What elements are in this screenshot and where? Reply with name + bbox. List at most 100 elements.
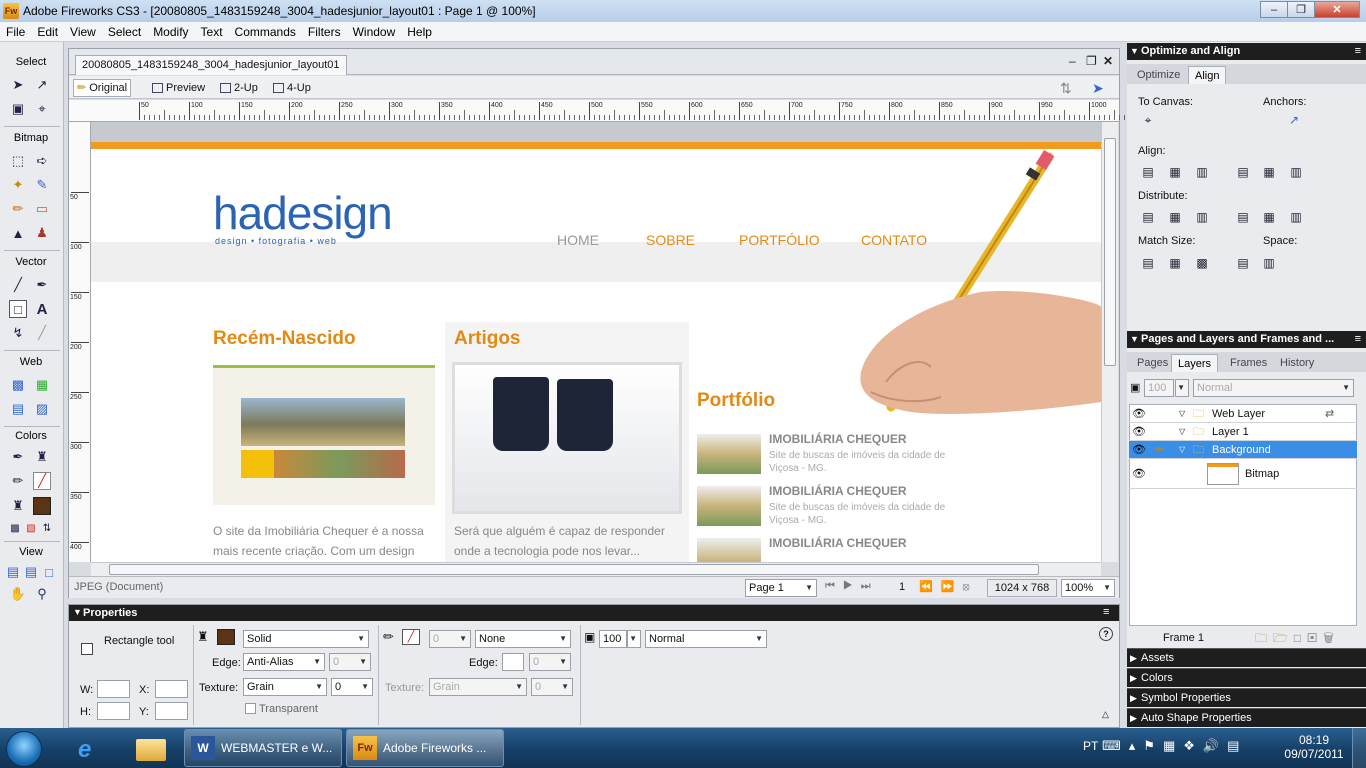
magic-wand-icon[interactable]: ✦ xyxy=(9,176,27,194)
edge-select[interactable]: Anti-Alias xyxy=(243,653,325,671)
to-canvas-icon[interactable]: ⌖ xyxy=(1140,113,1156,127)
full-screen-menu-icon[interactable]: ▤ xyxy=(22,563,40,581)
marquee-tool-icon[interactable]: ⬚ xyxy=(9,152,27,170)
eye-icon[interactable]: 👁 xyxy=(1132,423,1146,441)
frame-playback-controls[interactable]: ⏮▶⏭ xyxy=(825,580,879,593)
start-button[interactable] xyxy=(6,731,42,767)
maximize-button[interactable]: ❐ xyxy=(1287,1,1315,18)
transparent-checkbox[interactable] xyxy=(245,703,256,714)
menu-modify[interactable]: Modify xyxy=(147,25,194,39)
distribute-hcenter-icon[interactable]: ▦ xyxy=(1261,210,1277,224)
layer-row[interactable]: 👁 Bitmap xyxy=(1129,459,1357,489)
menu-text[interactable]: Text xyxy=(195,25,229,39)
scale-tool-icon[interactable]: ▣ xyxy=(9,100,27,118)
zoom-select[interactable]: 100% xyxy=(1061,579,1115,597)
doc-close-icon[interactable]: ✕ xyxy=(1103,54,1113,68)
collapse-arrow-icon[interactable]: ▼ xyxy=(73,607,82,617)
layer-opacity-button[interactable] xyxy=(1175,379,1189,397)
close-button[interactable]: ✕ xyxy=(1314,1,1360,18)
stroke-type-select[interactable]: None xyxy=(475,630,571,648)
anchors-icon[interactable]: ↗ xyxy=(1286,113,1302,127)
standard-screen-icon[interactable]: ▤ xyxy=(4,563,22,581)
properties-title[interactable]: Properties xyxy=(69,605,1119,621)
distribute-left-icon[interactable]: ▤ xyxy=(1235,210,1251,224)
show-slices-icon[interactable]: ▨ xyxy=(33,400,51,418)
tray-icons[interactable]: ⌨▴⚑▦❖🔊▤ xyxy=(1102,738,1247,754)
page-select[interactable]: Page 1 xyxy=(745,579,817,597)
align-left-icon[interactable]: ▤ xyxy=(1140,165,1156,179)
tab-align[interactable]: Align xyxy=(1188,66,1227,84)
swap-colors-icon[interactable]: ⇅ xyxy=(38,519,56,537)
zoom-tool-icon[interactable]: ⚲ xyxy=(33,585,51,603)
eye-icon[interactable]: 👁 xyxy=(1132,405,1146,423)
assets-panel-header[interactable]: ▶ Assets xyxy=(1127,648,1366,667)
y-field[interactable] xyxy=(155,702,188,720)
space-horizontal-icon[interactable]: ▥ xyxy=(1261,256,1277,270)
line-tool-icon[interactable]: ╱ xyxy=(9,276,27,294)
layer-blend-select[interactable]: Normal xyxy=(1193,379,1354,397)
doc-minimize-icon[interactable]: – xyxy=(1069,54,1076,68)
rectangle-tool-icon[interactable]: □ xyxy=(9,300,27,318)
colors-panel-header[interactable]: ▶ Colors xyxy=(1127,668,1366,687)
layer-opacity-field[interactable]: 100 xyxy=(1144,379,1174,397)
canvas-size-label[interactable]: 1024 x 768 xyxy=(987,579,1057,597)
layer-row-selected[interactable]: 👁 ✏ ▽ 🗀 Background xyxy=(1129,441,1357,459)
show-desktop-button[interactable] xyxy=(1352,728,1366,768)
stroke-size-field[interactable]: 0 xyxy=(429,630,471,648)
fill-color-swatch[interactable] xyxy=(217,629,235,645)
export-icon[interactable]: ➤ xyxy=(1089,79,1107,97)
menu-file[interactable]: File xyxy=(0,25,31,39)
upload-icon[interactable]: ⇅ xyxy=(1057,79,1075,97)
match-width-icon[interactable]: ▤ xyxy=(1140,256,1156,270)
tab-frames[interactable]: Frames xyxy=(1224,354,1273,372)
texture-value-field[interactable]: 0 xyxy=(331,678,373,696)
stroke-edge-value[interactable]: 0 xyxy=(529,653,571,671)
menu-select[interactable]: Select xyxy=(102,25,147,39)
panel-menu-icon[interactable]: ≡ xyxy=(1355,43,1361,60)
optimize-align-header[interactable]: Optimize and Align ▼ ≡ xyxy=(1127,43,1366,60)
vertical-scrollbar[interactable] xyxy=(1101,122,1118,562)
opacity-slider-button[interactable] xyxy=(627,630,641,648)
x-field[interactable] xyxy=(155,680,188,698)
symbol-properties-header[interactable]: ▶ Symbol Properties xyxy=(1127,688,1366,707)
layer-actions[interactable]: 🗀🗁□▣🗑 xyxy=(1255,629,1340,650)
layer-row[interactable]: 👁 ▽ 🗀 Layer 1 xyxy=(1129,423,1357,441)
tab-original[interactable]: ✏ Original xyxy=(73,79,132,97)
edge-value-field[interactable]: 0 xyxy=(329,653,371,671)
distribute-top-icon[interactable]: ▤ xyxy=(1140,210,1156,224)
freeform-tool-icon[interactable]: ↯ xyxy=(9,324,27,342)
layers-panel-header[interactable]: Pages and Layers and Frames and ... ▼ ≡ xyxy=(1127,331,1366,348)
vertical-scroll-thumb[interactable] xyxy=(1104,138,1116,366)
eye-icon[interactable]: 👁 xyxy=(1132,459,1146,489)
menu-commands[interactable]: Commands xyxy=(229,25,302,39)
knife-tool-icon[interactable]: ╱ xyxy=(33,324,51,342)
align-center-h-icon[interactable]: ▦ xyxy=(1167,165,1183,179)
stroke-color-icon[interactable]: ✏ xyxy=(9,472,27,490)
panel-menu-icon[interactable]: ≡ xyxy=(1103,606,1109,618)
eye-icon[interactable]: 👁 xyxy=(1132,441,1146,459)
align-bottom-icon[interactable]: ▥ xyxy=(1288,165,1304,179)
help-icon[interactable]: ? xyxy=(1099,627,1113,641)
menu-window[interactable]: Window xyxy=(347,25,402,39)
share-layer-icon[interactable]: ⇄ xyxy=(1325,405,1334,423)
internet-explorer-icon[interactable]: e xyxy=(66,731,116,767)
menu-help[interactable]: Help xyxy=(401,25,438,39)
distribute-center-icon[interactable]: ▦ xyxy=(1167,210,1183,224)
tab-history[interactable]: History xyxy=(1274,354,1320,372)
pencil-tool-icon[interactable]: ✏ xyxy=(9,200,27,218)
taskbar-fireworks-button[interactable]: Fw Adobe Fireworks ... xyxy=(346,729,504,767)
distribute-right-icon[interactable]: ▥ xyxy=(1288,210,1304,224)
stroke-texture-select[interactable]: Grain xyxy=(429,678,527,696)
brush-tool-icon[interactable]: ✎ xyxy=(33,176,51,194)
fill-color-swatch[interactable] xyxy=(33,497,51,515)
language-indicator[interactable]: PT xyxy=(1083,739,1098,753)
fill-type-select[interactable]: Solid xyxy=(243,630,369,648)
blend-mode-select[interactable]: Normal xyxy=(645,630,767,648)
layer-row[interactable]: 👁 ▽ 🗀 Web Layer ⇄ xyxy=(1129,405,1357,423)
menu-view[interactable]: View xyxy=(64,25,102,39)
lasso-tool-icon[interactable]: ➪ xyxy=(33,152,51,170)
stroke-color-swatch[interactable]: ╱ xyxy=(402,629,420,645)
frame-nav-controls[interactable]: ⏪⏩⦻ xyxy=(919,580,978,594)
width-field[interactable] xyxy=(97,680,130,698)
taskbar-word-button[interactable]: W WEBMASTER e W... xyxy=(184,729,342,767)
